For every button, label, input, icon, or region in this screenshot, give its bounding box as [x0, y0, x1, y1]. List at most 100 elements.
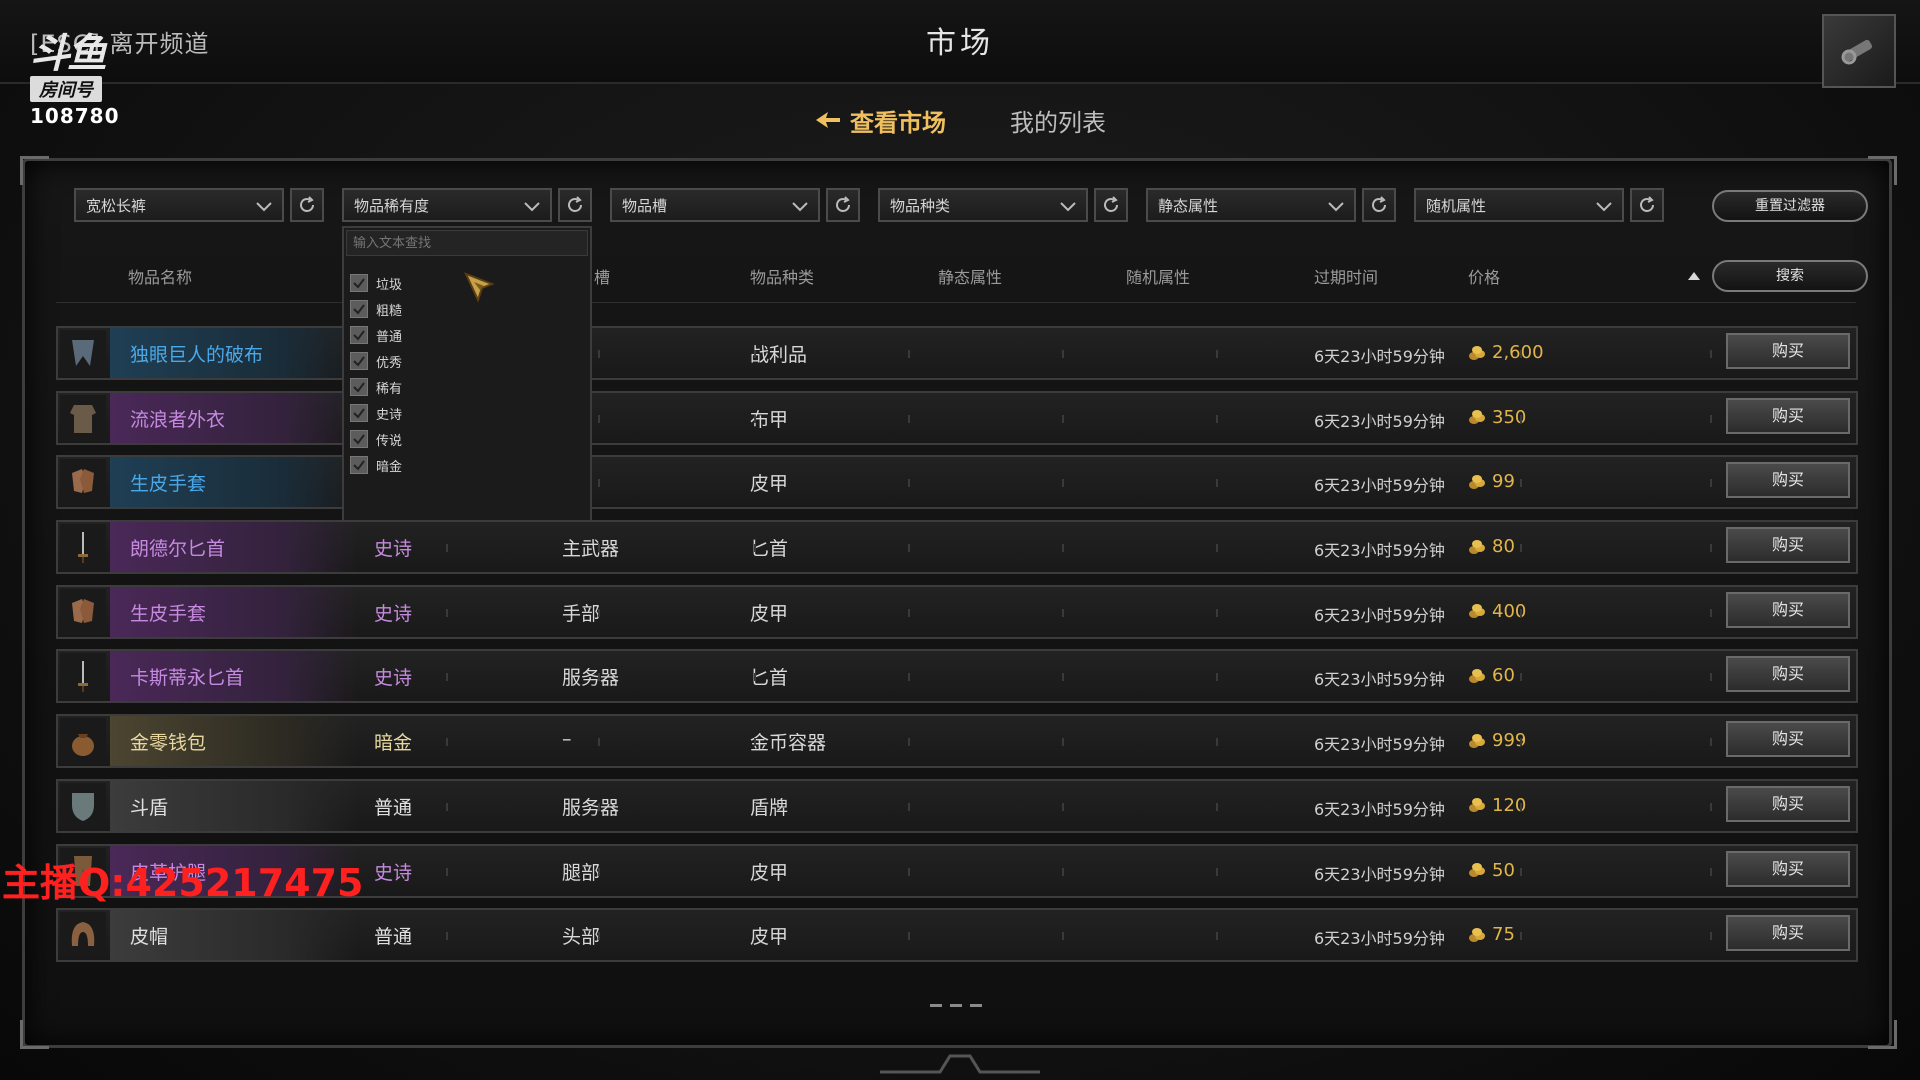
item-name: 流浪者外衣 — [130, 408, 226, 431]
price-value: 60 — [1492, 665, 1515, 687]
settings-button[interactable] — [1822, 14, 1896, 88]
mouse-cursor-icon — [464, 272, 495, 303]
rarity-option[interactable]: 史诗 — [350, 400, 586, 426]
column-separator — [754, 738, 756, 747]
col-header-type[interactable]: 物品种类 — [750, 264, 814, 288]
buy-button[interactable]: 购买 — [1726, 333, 1850, 369]
checkbox[interactable] — [350, 456, 368, 474]
static-attr-filter[interactable]: 静态属性 — [1146, 188, 1356, 222]
checkbox[interactable] — [350, 352, 368, 370]
col-header-random[interactable]: 随机属性 — [1126, 264, 1190, 288]
slot-filter[interactable]: 物品槽 — [610, 188, 820, 222]
rarity-search-input[interactable] — [346, 230, 588, 256]
item-icon-slot[interactable] — [60, 782, 106, 829]
column-separator — [754, 932, 756, 941]
table-row[interactable]: 朗德尔匕首 史诗 主武器 匕首 6天23小时59分钟 80 购买 — [56, 520, 1858, 575]
checkbox[interactable] — [350, 274, 368, 292]
price-value: 2,600 — [1492, 342, 1544, 363]
tab-view-market[interactable]: 查看市场 — [814, 100, 946, 140]
sort-ascending-icon[interactable] — [1688, 272, 1700, 280]
search-button[interactable]: 搜索 — [1712, 260, 1868, 292]
item-name: 皮帽 — [130, 926, 169, 949]
checkbox[interactable] — [350, 430, 368, 448]
rarity-option[interactable]: 传说 — [350, 426, 586, 452]
tab-bar: 查看市场 我的列表 — [0, 100, 1920, 140]
column-separator — [754, 479, 756, 488]
table-row[interactable]: 金零钱包 暗金 – 金币容器 6天23小时59分钟 999 购买 — [56, 714, 1858, 769]
refresh-button[interactable] — [1094, 188, 1128, 222]
item-icon-slot[interactable] — [60, 394, 106, 441]
type-filter[interactable]: 物品种类 — [878, 188, 1088, 222]
table-row[interactable]: 皮帽 普通 头部 皮甲 6天23小时59分钟 75 购买 — [56, 908, 1858, 963]
item-icon-slot[interactable] — [60, 718, 106, 765]
pagination-indicator[interactable] — [930, 1004, 982, 1007]
buy-button[interactable]: 购买 — [1726, 656, 1850, 693]
column-separator — [1062, 479, 1064, 488]
buy-button[interactable]: 购买 — [1726, 721, 1850, 758]
rarity-option[interactable]: 优秀 — [350, 348, 586, 374]
column-separator — [1520, 673, 1522, 682]
table-row[interactable]: 斗盾 普通 服务器 盾牌 6天23小时59分钟 120 购买 — [56, 778, 1858, 833]
refresh-button[interactable] — [826, 188, 860, 222]
refresh-button[interactable] — [1630, 188, 1664, 222]
buy-button[interactable]: 购买 — [1726, 850, 1850, 887]
column-separator — [1370, 479, 1372, 488]
page-title: 市场 — [926, 26, 994, 61]
refresh-button[interactable] — [558, 188, 592, 222]
rarity-option[interactable]: 稀有 — [350, 374, 586, 400]
buy-button[interactable]: 购买 — [1726, 915, 1850, 952]
col-header-static[interactable]: 静态属性 — [938, 264, 1002, 288]
column-separator — [1062, 544, 1064, 553]
buy-button[interactable]: 购买 — [1726, 462, 1850, 499]
table-row[interactable]: 独眼巨人的破布 战利品 6天23小时59分钟 2,600 购买 — [56, 326, 1858, 380]
col-header-slot[interactable]: 槽 — [594, 264, 610, 288]
check-icon — [353, 434, 365, 445]
column-separator — [1216, 802, 1218, 811]
item-price: 75 — [1468, 924, 1515, 945]
refresh-button[interactable] — [290, 188, 324, 222]
item-icon-slot[interactable] — [60, 330, 106, 376]
column-separator — [1370, 738, 1372, 747]
streamer-watermark: 主播Q:425217475 — [2, 861, 364, 905]
buy-button[interactable]: 购买 — [1726, 785, 1850, 822]
random-attr-filter[interactable]: 随机属性 — [1414, 188, 1624, 222]
frame-corner — [1868, 156, 1897, 185]
buy-button[interactable]: 购买 — [1726, 591, 1850, 628]
column-separator — [446, 608, 448, 617]
item-slot: 服务器 — [562, 796, 620, 819]
checkbox[interactable] — [350, 326, 368, 344]
item-icon-slot[interactable] — [60, 912, 106, 959]
col-header-price[interactable]: 价格 — [1468, 264, 1500, 288]
tab-my-listings[interactable]: 我的列表 — [1010, 100, 1106, 140]
refresh-icon — [568, 196, 582, 212]
column-separator — [1370, 802, 1372, 811]
rarity-filter[interactable]: 物品稀有度 — [342, 188, 552, 222]
col-header-name[interactable]: 物品名称 — [128, 264, 192, 288]
buy-button[interactable]: 购买 — [1726, 527, 1850, 564]
table-row[interactable]: 流浪者外衣部布甲6天23小时59分钟350购买 — [56, 390, 1858, 445]
checkbox[interactable] — [350, 404, 368, 422]
item-icon-slot[interactable] — [60, 588, 106, 635]
refresh-button[interactable] — [1362, 188, 1396, 222]
buy-button[interactable]: 购买 — [1726, 397, 1850, 434]
column-separator — [908, 479, 910, 488]
item-icon-slot[interactable] — [60, 524, 106, 571]
gold-coin-icon — [1469, 474, 1485, 489]
checkbox[interactable] — [350, 300, 368, 318]
column-separator — [598, 932, 600, 941]
checkbox[interactable] — [350, 378, 368, 396]
table-row[interactable]: 卡斯蒂永匕首 史诗 服务器 匕首 6天23小时59分钟 60 购买 — [56, 649, 1858, 704]
rarity-option[interactable]: 普通 — [350, 322, 586, 348]
reset-filters-button[interactable]: 重置过滤器 — [1712, 190, 1868, 222]
table-row[interactable]: 生皮手套 史诗 手部 皮甲 6天23小时59分钟 400 购买 — [56, 584, 1858, 639]
item-expire: 6天23小时59分钟 — [1314, 541, 1445, 561]
item-name-filter[interactable]: 宽松长裤 — [74, 188, 284, 222]
item-icon-slot[interactable] — [60, 459, 106, 506]
column-separator — [1216, 738, 1218, 747]
column-separator — [1062, 608, 1064, 617]
col-header-expire[interactable]: 过期时间 — [1314, 264, 1378, 288]
pouch-icon — [72, 734, 94, 757]
rarity-option[interactable]: 暗金 — [350, 452, 586, 478]
table-row[interactable]: 生皮手套部皮甲6天23小时59分钟99购买 — [56, 455, 1858, 510]
item-icon-slot[interactable] — [60, 653, 106, 700]
